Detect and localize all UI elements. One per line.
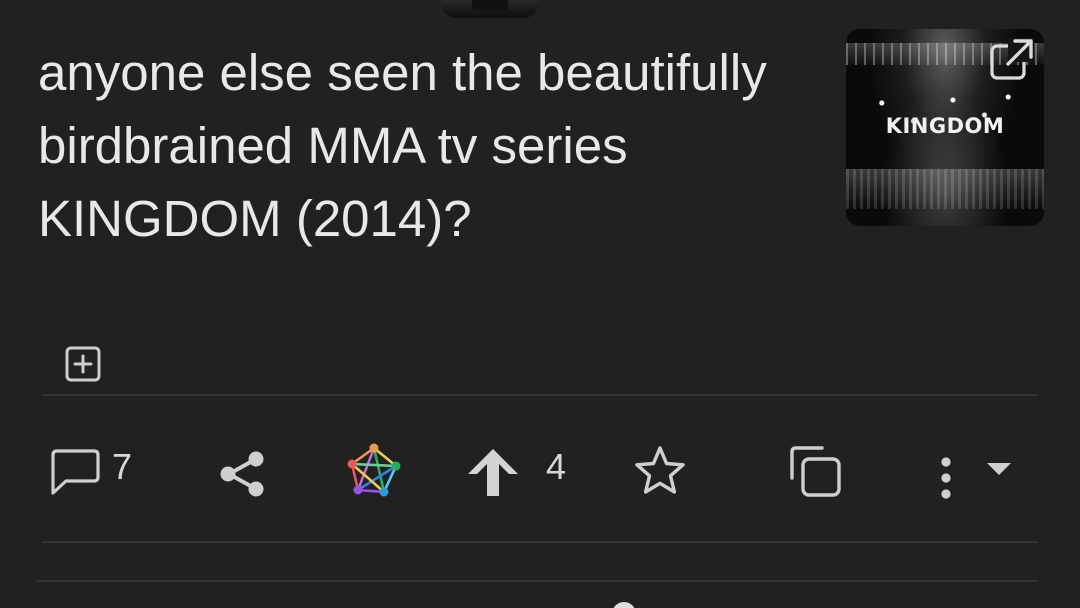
divider — [42, 541, 1038, 543]
caret-down-icon — [987, 463, 1011, 475]
post-title[interactable]: anyone else seen the beautifully birdbra… — [38, 36, 798, 255]
thumbnail-label: KINGDOM — [885, 114, 1005, 138]
plus-square-icon[interactable] — [64, 345, 102, 383]
comments-button[interactable]: 7 — [48, 446, 132, 498]
divider — [42, 394, 1038, 396]
divider — [36, 580, 1038, 582]
post-view: anyone else seen the beautifully birdbra… — [0, 0, 1080, 608]
fediverse-icon — [347, 443, 401, 497]
copy-button[interactable] — [788, 444, 844, 500]
comment-count: 7 — [112, 446, 133, 487]
expand-menu-button[interactable] — [986, 462, 1012, 476]
upvote-count: 4 — [546, 446, 567, 487]
more-button[interactable] — [936, 454, 956, 502]
next-post-avatar[interactable] — [612, 602, 636, 608]
share-button[interactable] — [216, 448, 268, 500]
comment-icon — [51, 449, 100, 495]
fediverse-button[interactable] — [346, 442, 402, 498]
copy-icon — [790, 446, 841, 497]
more-vertical-icon — [941, 457, 951, 499]
star-icon — [635, 446, 685, 494]
arrow-up-icon — [468, 449, 518, 496]
avatar[interactable] — [442, 0, 538, 18]
save-button[interactable] — [632, 444, 688, 498]
share-icon — [220, 451, 264, 497]
external-link-icon[interactable] — [988, 36, 1036, 84]
thumbnail-crowd — [846, 169, 1044, 209]
upvote-button[interactable]: 4 — [466, 446, 566, 498]
